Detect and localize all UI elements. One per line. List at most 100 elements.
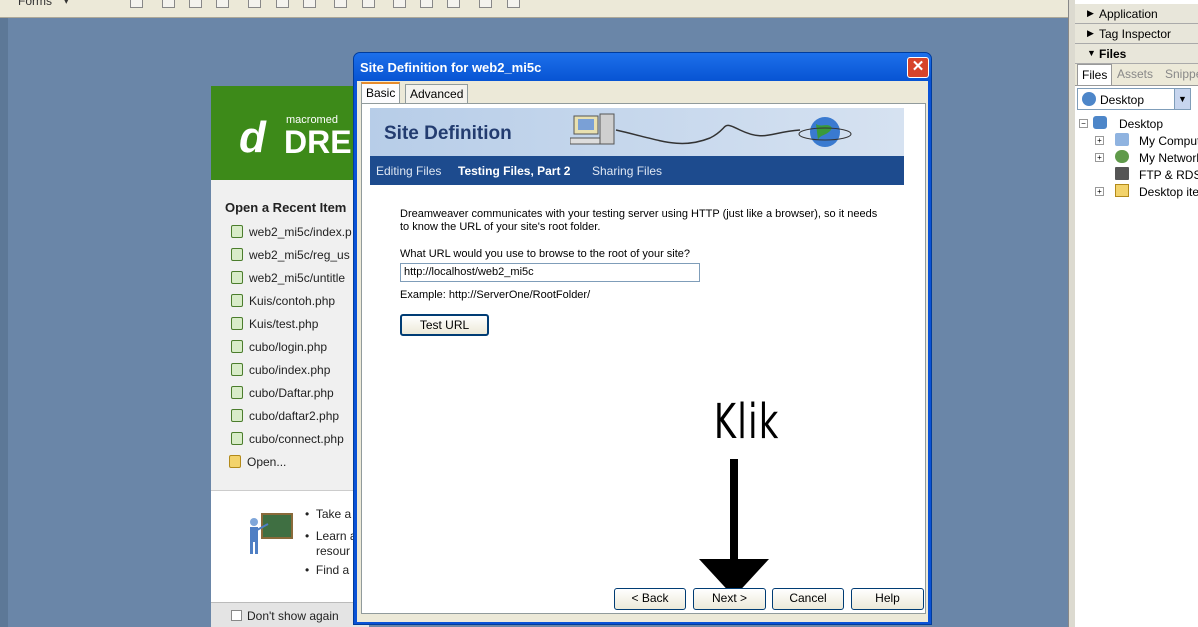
toolbar-button-icon[interactable] xyxy=(189,0,202,8)
next-button[interactable]: Next > xyxy=(693,588,766,610)
tutorial-icon xyxy=(250,513,293,554)
toolbar-button-icon[interactable] xyxy=(479,0,492,8)
tab-basic[interactable]: Basic xyxy=(361,82,401,103)
toolbar-button-icon[interactable] xyxy=(162,0,175,8)
tab-files[interactable]: Files xyxy=(1077,64,1113,85)
recent-item[interactable]: web2_mi5c/untitle xyxy=(231,271,345,285)
test-url-button[interactable]: Test URL xyxy=(400,314,489,336)
folder-icon xyxy=(229,455,241,468)
intro-text-line2: to know the URL of your site's root fold… xyxy=(400,221,601,233)
toolbar-button-icon[interactable] xyxy=(507,0,520,8)
dont-show-checkbox[interactable] xyxy=(231,610,242,621)
expand-toggle-icon[interactable]: + xyxy=(1095,153,1104,162)
toolbar-category-label[interactable]: Forms xyxy=(18,0,52,8)
recent-item[interactable]: cubo/Daftar.php xyxy=(231,386,334,400)
tree-item-ftp[interactable]: FTP & RDS S xyxy=(1139,168,1198,182)
tab-advanced[interactable]: Advanced xyxy=(405,84,469,103)
recent-item[interactable]: cubo/index.php xyxy=(231,363,330,377)
workspace-edge xyxy=(0,18,8,627)
computer-icon xyxy=(1115,133,1129,146)
help-button[interactable]: Help xyxy=(851,588,924,610)
back-button[interactable]: < Back xyxy=(614,588,686,610)
chevron-down-icon[interactable]: ▼ xyxy=(1174,89,1190,109)
php-file-icon xyxy=(231,409,243,422)
chevron-down-icon[interactable]: ▾ xyxy=(64,0,69,7)
php-file-icon xyxy=(231,294,243,307)
collapse-toggle-icon[interactable]: − xyxy=(1079,119,1088,128)
example-text: Example: http://ServerOne/RootFolder/ xyxy=(400,289,591,301)
panel-dock: ▶ Application ▶ Tag Inspector ▼ Files Files… xyxy=(1068,0,1198,627)
insert-toolbar: Forms ▾ xyxy=(0,0,1068,18)
server-globe-icon xyxy=(570,113,852,147)
php-file-icon xyxy=(231,363,243,376)
tree-item-desktop-items[interactable]: Desktop item xyxy=(1139,185,1198,199)
tutorial-link[interactable]: • Find a xyxy=(305,563,349,577)
toolbar-button-icon[interactable] xyxy=(334,0,347,8)
tree-item-my-computer[interactable]: My Compute xyxy=(1139,134,1198,148)
dialog-body: Basic Advanced Site Definition Editing F… xyxy=(357,81,928,622)
step-testing-files: Testing Files, Part 2 xyxy=(458,164,571,178)
url-question-label: What URL would you use to browse to the … xyxy=(400,248,691,260)
php-file-icon xyxy=(231,271,243,284)
tutorial-link[interactable]: • Take a xyxy=(305,507,351,521)
tutorial-link-continued: resour xyxy=(316,544,351,558)
toolbar-button-icon[interactable] xyxy=(362,0,375,8)
wizard-banner: Site Definition xyxy=(370,108,904,156)
php-file-icon xyxy=(231,386,243,399)
recent-item[interactable]: cubo/daftar2.php xyxy=(231,409,339,423)
expand-toggle-icon[interactable]: + xyxy=(1095,136,1104,145)
php-file-icon xyxy=(231,317,243,330)
dialog-title: Site Definition for web2_mi5c xyxy=(360,60,542,75)
folder-icon xyxy=(1115,184,1129,197)
tab-assets[interactable]: Assets xyxy=(1117,67,1153,81)
logo-product-text: DRE xyxy=(284,124,352,160)
recent-item[interactable]: web2_mi5c/reg_us xyxy=(231,248,350,262)
recent-item[interactable]: web2_mi5c/index.p xyxy=(231,225,352,239)
recent-item[interactable]: Kuis/contoh.php xyxy=(231,294,335,308)
expand-arrow-icon: ▶ xyxy=(1087,28,1094,38)
step-sharing-files: Sharing Files xyxy=(592,164,663,178)
site-url-input[interactable]: http://localhost/web2_mi5c xyxy=(400,263,700,282)
toolbar-button-icon[interactable] xyxy=(420,0,433,8)
tab-snippets[interactable]: Snippet xyxy=(1165,67,1198,81)
toolbar-button-icon[interactable] xyxy=(393,0,406,8)
toolbar-button-icon[interactable] xyxy=(130,0,143,8)
toolbar-button-icon[interactable] xyxy=(303,0,316,8)
recent-item[interactable]: Kuis/test.php xyxy=(231,317,318,331)
toolbar-button-icon[interactable] xyxy=(216,0,229,8)
recent-item[interactable]: cubo/connect.php xyxy=(231,432,344,446)
intro-text-line1: Dreamweaver communicates with your testi… xyxy=(400,208,878,220)
start-page-header: d macromed DRE xyxy=(211,86,369,180)
expand-toggle-icon[interactable]: + xyxy=(1095,187,1104,196)
cancel-button[interactable]: Cancel xyxy=(772,588,844,610)
location-select[interactable]: Desktop ▼ xyxy=(1077,88,1191,110)
start-page: d macromed DRE Open a Recent Item web2_m… xyxy=(211,86,369,627)
klik-annotation: Klik xyxy=(714,394,780,450)
tutorial-link[interactable]: • Learn a xyxy=(305,529,357,543)
toolbar-button-icon[interactable] xyxy=(248,0,261,8)
dreamweaver-logo-icon: d xyxy=(239,113,266,162)
dialog-title-bar[interactable]: Site Definition for web2_mi5c xyxy=(354,53,931,81)
open-link[interactable]: Open... xyxy=(229,455,286,469)
php-file-icon xyxy=(231,225,243,238)
php-file-icon xyxy=(231,432,243,445)
banner-title: Site Definition xyxy=(384,123,512,144)
tree-item-desktop[interactable]: Desktop xyxy=(1119,117,1163,131)
recent-item[interactable]: cubo/login.php xyxy=(231,340,327,354)
file-tree: − Desktop + My Compute + My Network FTP … xyxy=(1075,114,1198,214)
toolbar-button-icon[interactable] xyxy=(447,0,460,8)
site-definition-dialog: Site Definition for web2_mi5c ✕ Basic Ad… xyxy=(353,52,932,625)
desktop-icon xyxy=(1093,116,1107,129)
files-panel-header[interactable]: ▼ Files xyxy=(1075,44,1198,64)
toolbar-button-icon[interactable] xyxy=(276,0,289,8)
step-editing-files: Editing Files xyxy=(376,164,442,178)
dont-show-label: Don't show again xyxy=(247,609,339,623)
server-icon xyxy=(1115,167,1129,180)
wizard-steps: Editing Files Testing Files, Part 2 Shar… xyxy=(370,156,904,185)
tree-item-my-network[interactable]: My Network xyxy=(1139,151,1198,165)
application-panel-header[interactable]: ▶ Application xyxy=(1075,4,1198,24)
close-icon[interactable]: ✕ xyxy=(907,57,929,78)
basic-tab-page: Site Definition Editing Files Testing Fi… xyxy=(361,103,926,614)
panel-grip[interactable] xyxy=(1069,0,1075,627)
tag-inspector-panel-header[interactable]: ▶ Tag Inspector xyxy=(1075,24,1198,44)
